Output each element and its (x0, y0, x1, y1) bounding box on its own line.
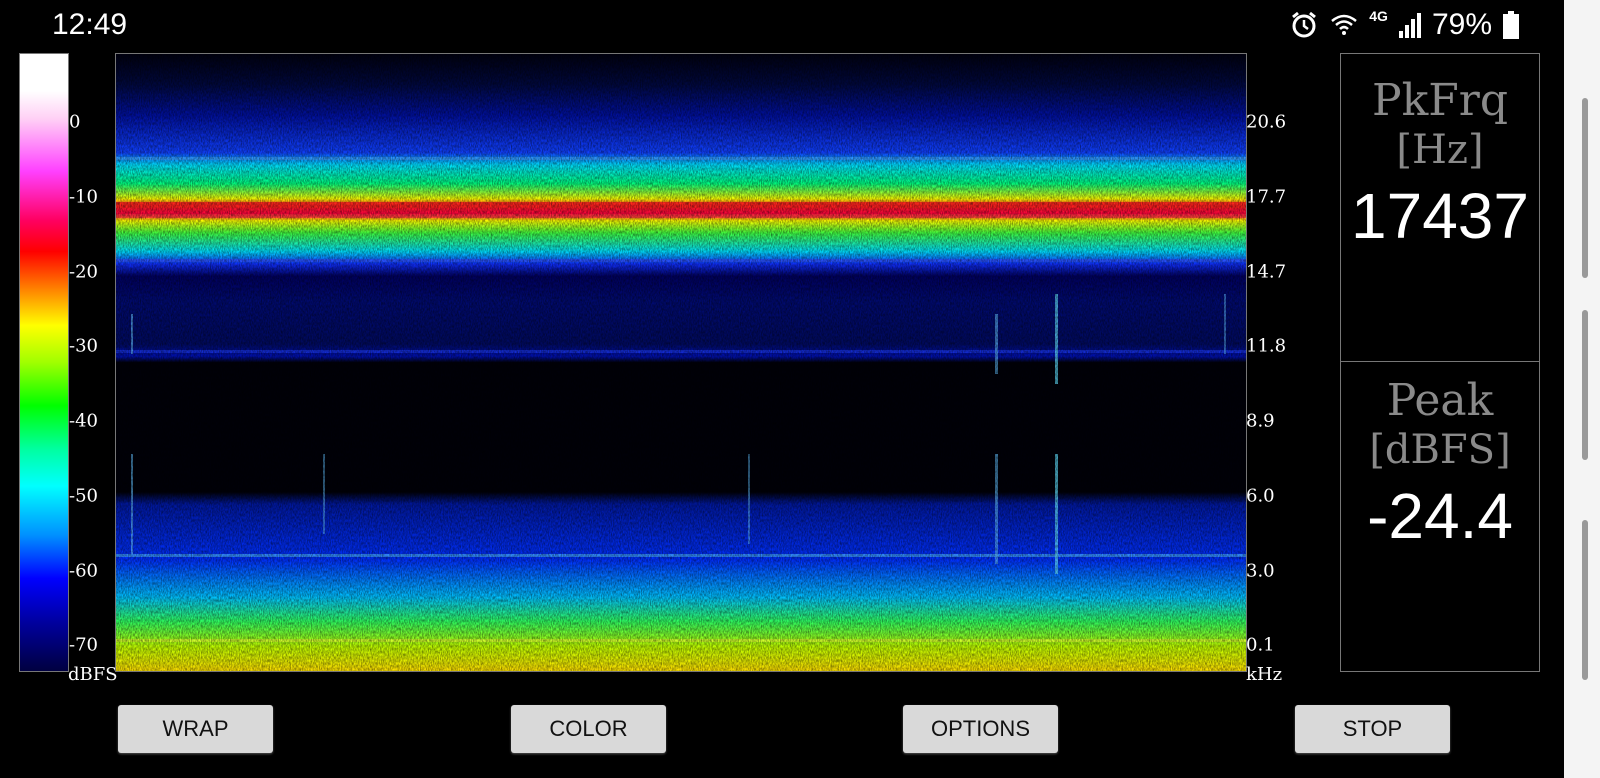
legend-label: -70 (69, 634, 98, 656)
battery-icon (1502, 10, 1520, 40)
stop-button[interactable]: STOP (1295, 705, 1450, 753)
spectrogram-image (116, 54, 1246, 671)
alarm-icon (1289, 10, 1319, 40)
wifi-icon (1329, 10, 1359, 40)
peak-level-unit: [dBFS] (1369, 426, 1511, 473)
status-time: 12:49 (52, 8, 128, 41)
peak-level-title: Peak (1386, 375, 1494, 426)
peak-frequency-panel: PkFrq [Hz] 17437 (1340, 53, 1540, 362)
peak-frequency-unit: [Hz] (1396, 126, 1484, 173)
legend-label: -10 (69, 186, 98, 208)
freq-tick-label: 8.9 (1246, 410, 1275, 432)
freq-tick-label: 6.0 (1246, 485, 1275, 507)
side-edge-panel (1564, 0, 1600, 778)
frequency-unit: kHz (1246, 664, 1283, 685)
edge-handle[interactable] (1582, 310, 1588, 460)
freq-tick-label: 20.6 (1246, 111, 1287, 133)
signal-icon (1398, 11, 1422, 39)
legend-label: 0 (69, 111, 81, 133)
wrap-button[interactable]: WRAP (118, 705, 273, 753)
peak-frequency-value: 17437 (1351, 179, 1529, 252)
edge-handle[interactable] (1582, 98, 1588, 278)
peak-level-panel: Peak [dBFS] -24.4 (1340, 361, 1540, 672)
legend-label: -30 (69, 335, 98, 357)
peak-frequency-title: PkFrq (1372, 75, 1508, 126)
network-type: 4G (1369, 8, 1388, 24)
legend-label: -40 (69, 410, 98, 432)
legend-unit: dBFS (68, 664, 118, 685)
freq-tick-label: 0.1 (1246, 634, 1275, 656)
peak-level-value: -24.4 (1367, 479, 1513, 552)
battery-percent: 79% (1431, 8, 1492, 41)
color-button[interactable]: COLOR (511, 705, 666, 753)
status-icons: 4G 79% (1289, 8, 1520, 42)
options-button[interactable]: OPTIONS (903, 705, 1058, 753)
spectrogram-view[interactable] (115, 53, 1247, 672)
freq-tick-label: 3.0 (1246, 560, 1275, 582)
color-scale-bar (19, 53, 69, 672)
freq-tick-label: 11.8 (1246, 335, 1287, 357)
legend-label: -50 (69, 485, 98, 507)
legend-label: -60 (69, 560, 98, 582)
edge-handle[interactable] (1582, 520, 1588, 680)
legend-label: -20 (69, 261, 98, 283)
freq-tick-label: 14.7 (1246, 261, 1287, 283)
freq-tick-label: 17.7 (1246, 186, 1287, 208)
